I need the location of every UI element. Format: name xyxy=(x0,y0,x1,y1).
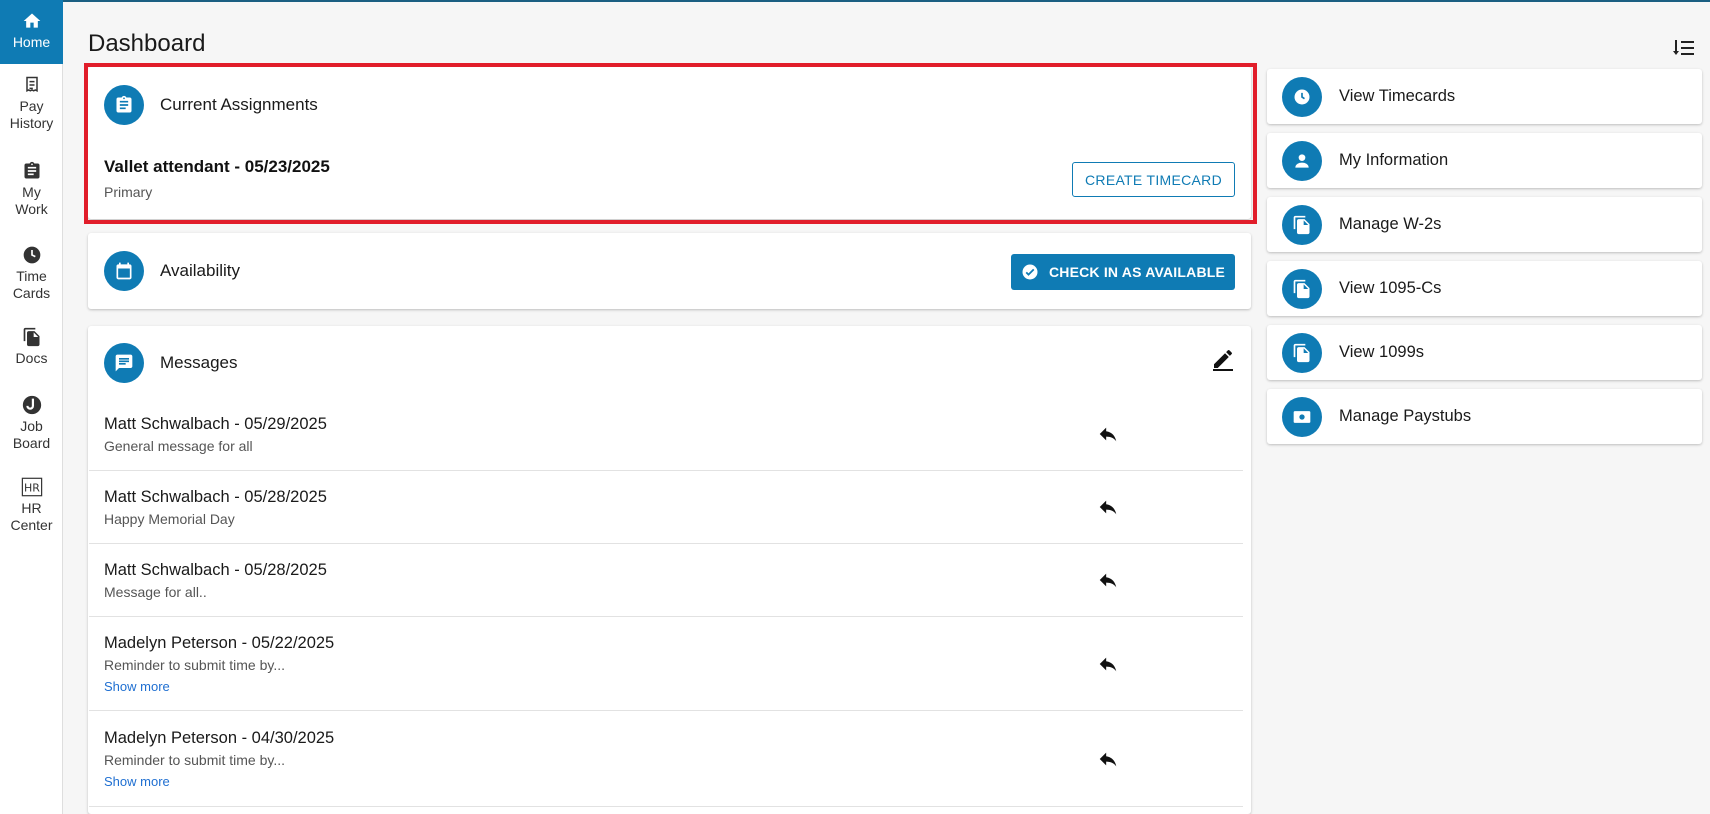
reply-button[interactable] xyxy=(1097,748,1119,770)
clipboard-icon xyxy=(21,160,43,182)
check-in-available-button[interactable]: CHECK IN AS AVAILABLE xyxy=(1011,254,1235,290)
quick-link-manage-w2s[interactable]: Manage W-2s xyxy=(1267,197,1702,252)
message-header: Madelyn Peterson - 04/30/2025 xyxy=(104,729,335,747)
reply-icon xyxy=(1099,573,1117,588)
receipt-icon xyxy=(21,74,43,96)
sidebar-item-label: Job Board xyxy=(12,418,51,451)
show-more-link[interactable]: Show more xyxy=(104,774,170,789)
reply-icon xyxy=(1099,427,1117,442)
check-in-label: CHECK IN AS AVAILABLE xyxy=(1048,264,1226,280)
sidebar-item-label: HR Center xyxy=(10,500,53,533)
home-icon xyxy=(21,10,43,32)
message-header: Matt Schwalbach - 05/28/2025 xyxy=(104,488,327,506)
clock-icon xyxy=(21,244,43,266)
page-title: Dashboard xyxy=(88,30,206,57)
document-copy-icon xyxy=(1282,205,1322,245)
document-copy-icon xyxy=(1282,269,1322,309)
message-body: Reminder to submit time by... xyxy=(104,752,286,768)
money-icon xyxy=(1282,397,1322,437)
sidebar-item-label: Docs xyxy=(15,350,48,366)
reply-button[interactable] xyxy=(1097,569,1119,591)
quick-link-view-1095cs[interactable]: View 1095-Cs xyxy=(1267,261,1702,316)
calendar-icon xyxy=(104,251,144,291)
sort-lines-icon xyxy=(1673,40,1694,55)
documents-icon xyxy=(21,326,43,348)
job-board-icon xyxy=(21,394,43,416)
message-item[interactable]: Matt Schwalbach - 05/29/2025 General mes… xyxy=(89,398,1243,471)
reply-icon xyxy=(1099,657,1117,672)
sidebar-item-docs[interactable]: Docs xyxy=(0,316,63,382)
message-header: Madelyn Peterson - 05/22/2025 xyxy=(104,634,335,652)
chat-icon xyxy=(104,343,144,383)
reply-button[interactable] xyxy=(1097,423,1119,445)
show-more-link[interactable]: Show more xyxy=(104,679,170,694)
sidebar-item-my-work[interactable]: My Work xyxy=(0,148,63,232)
message-body: General message for all xyxy=(104,438,253,454)
reply-icon xyxy=(1099,752,1117,767)
sidebar-item-label: Time Cards xyxy=(12,268,51,301)
hr-icon: HR xyxy=(21,476,43,498)
document-copy-icon xyxy=(1282,333,1322,373)
quick-link-manage-paystubs[interactable]: Manage Paystubs xyxy=(1267,389,1702,444)
reply-icon xyxy=(1099,500,1117,515)
quick-link-label: My Information xyxy=(1339,151,1449,169)
message-item[interactable]: Matt Schwalbach - 05/28/2025 Happy Memor… xyxy=(89,471,1243,544)
quick-link-view-timecards[interactable]: View Timecards xyxy=(1267,69,1702,124)
card-title: Messages xyxy=(160,353,238,372)
message-body: Happy Memorial Day xyxy=(104,511,235,527)
quick-link-label: View 1099s xyxy=(1339,343,1425,361)
sidebar-item-job-board[interactable]: Job Board xyxy=(0,382,63,466)
quick-link-my-information[interactable]: My Information xyxy=(1267,133,1702,188)
quick-link-label: View 1095-Cs xyxy=(1339,279,1442,297)
reply-button[interactable] xyxy=(1097,496,1119,518)
compose-message-button[interactable] xyxy=(1211,347,1235,371)
sidebar-item-home[interactable]: Home xyxy=(0,0,63,64)
sidebar-item-label: Pay History xyxy=(9,98,54,131)
assignment-type: Primary xyxy=(104,184,153,200)
check-circle-icon xyxy=(1022,264,1038,280)
sidebar-nav: Home Pay History My Work Time Cards Docs… xyxy=(0,0,63,814)
sidebar-item-label: My Work xyxy=(15,184,48,217)
sort-density-button[interactable] xyxy=(1672,36,1696,60)
sidebar-item-hr-center[interactable]: HR HR Center xyxy=(0,466,63,550)
edit-icon xyxy=(1213,349,1233,371)
person-icon xyxy=(1282,141,1322,181)
top-accent-line xyxy=(0,0,1710,2)
sidebar-item-time-cards[interactable]: Time Cards xyxy=(0,232,63,316)
sidebar-item-pay-history[interactable]: Pay History xyxy=(0,64,63,148)
clock-icon xyxy=(1282,77,1322,117)
message-body: Message for all.. xyxy=(104,584,207,600)
svg-text:HR: HR xyxy=(24,482,40,495)
create-timecard-button[interactable]: CREATE TIMECARD xyxy=(1072,162,1235,197)
clipboard-icon xyxy=(104,85,144,125)
card-title: Availability xyxy=(160,261,241,280)
quick-link-label: View Timecards xyxy=(1339,87,1456,105)
reply-button[interactable] xyxy=(1097,653,1119,675)
message-item[interactable]: Madelyn Peterson - 05/22/2025 Reminder t… xyxy=(89,617,1243,711)
quick-link-view-1099s[interactable]: View 1099s xyxy=(1267,325,1702,380)
message-header: Matt Schwalbach - 05/29/2025 xyxy=(104,415,327,433)
assignment-name: Vallet attendant - 05/23/2025 xyxy=(104,157,330,176)
card-title: Current Assignments xyxy=(160,95,318,114)
quick-link-label: Manage Paystubs xyxy=(1339,407,1472,425)
message-item[interactable]: Matt Schwalbach - 05/28/2025 Message for… xyxy=(89,544,1243,617)
message-body: Reminder to submit time by... xyxy=(104,657,286,673)
sidebar-item-label: Home xyxy=(12,34,51,50)
quick-link-label: Manage W-2s xyxy=(1339,215,1442,233)
message-item[interactable]: Madelyn Peterson - 04/30/2025 Reminder t… xyxy=(89,712,1243,807)
message-header: Matt Schwalbach - 05/28/2025 xyxy=(104,561,327,579)
